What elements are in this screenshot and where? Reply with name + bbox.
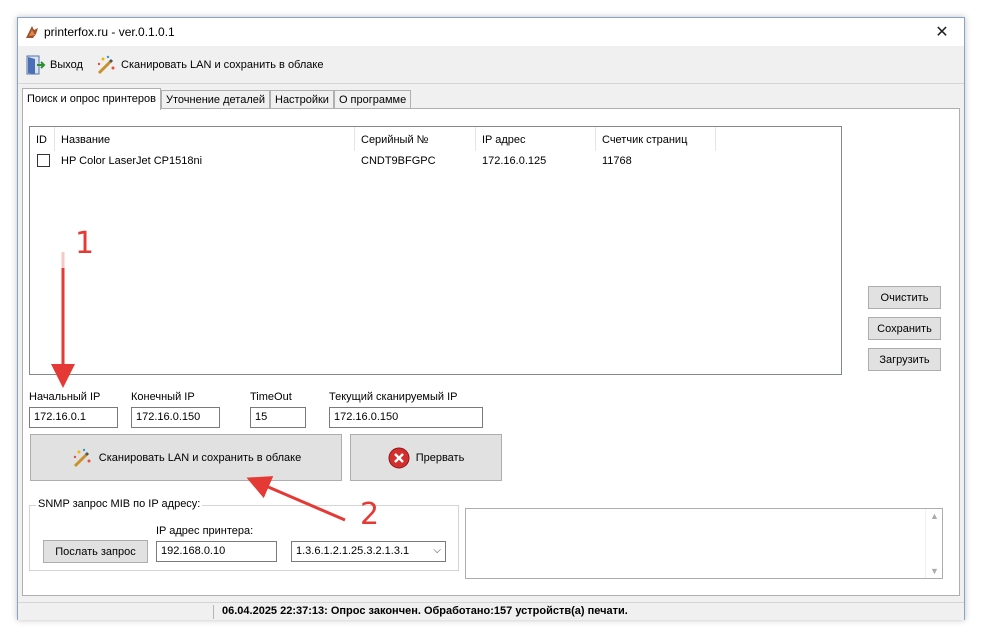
annotation-number-2: 2	[360, 497, 380, 532]
annotation-number-1: 1	[75, 226, 95, 261]
tab-search-printers[interactable]: Поиск и опрос принтеров	[22, 88, 162, 110]
annotation-arrow-2	[246, 476, 346, 522]
